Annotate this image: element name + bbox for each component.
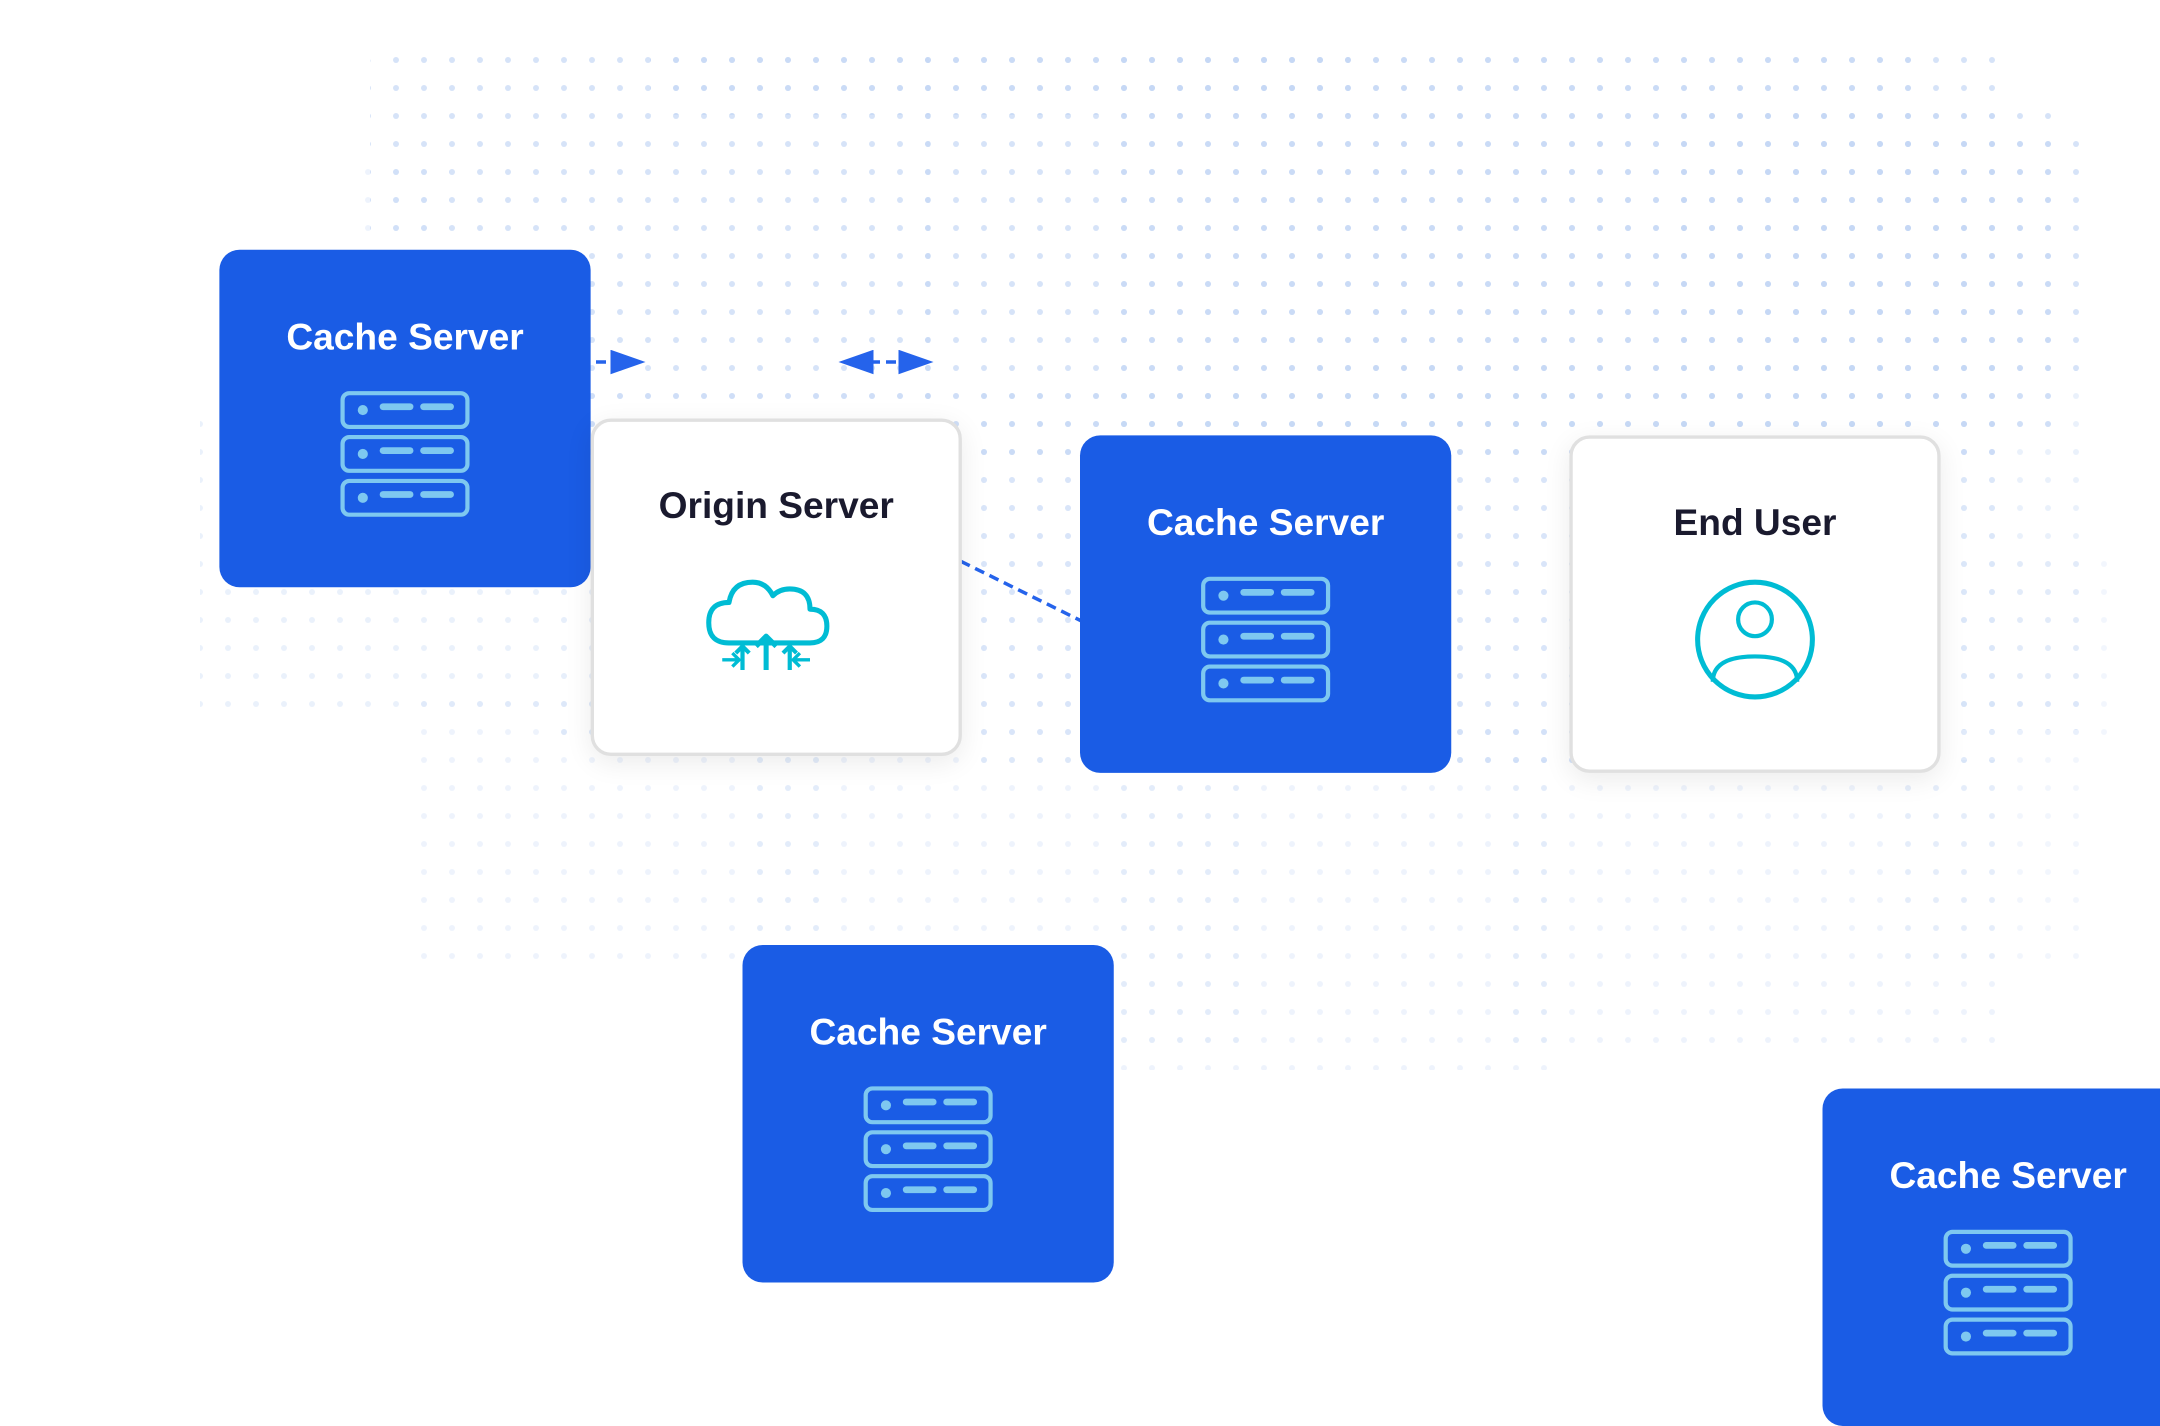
cache-server-node-1: Cache Server xyxy=(219,250,590,588)
diagram-container: Cache Server (center) bidirectional dash… xyxy=(0,0,2160,1215)
origin-server-label: Origin Server xyxy=(659,484,894,528)
cache-server-node-4: Cache Server xyxy=(1823,1088,2160,1426)
cache-server-2-icon xyxy=(1190,572,1342,707)
cache-server-1-icon xyxy=(329,386,481,521)
origin-server-node: Origin Server xyxy=(591,419,962,757)
cache-server-node-2: Cache Server xyxy=(1080,435,1451,773)
cache-server-4-icon xyxy=(1932,1225,2084,1360)
cache-server-node-3: Cache Server xyxy=(743,945,1114,1283)
cache-server-3-label: Cache Server xyxy=(809,1011,1046,1055)
cache-server-1-label: Cache Server xyxy=(286,316,523,360)
end-user-label: End User xyxy=(1673,501,1836,545)
cache-server-2-label: Cache Server xyxy=(1147,501,1384,545)
origin-server-icon xyxy=(692,555,861,690)
end-user-node: End User xyxy=(1569,435,1940,773)
cache-server-4-label: Cache Server xyxy=(1889,1154,2126,1198)
end-user-icon xyxy=(1679,572,1831,707)
cache-server-3-icon xyxy=(852,1082,1004,1217)
